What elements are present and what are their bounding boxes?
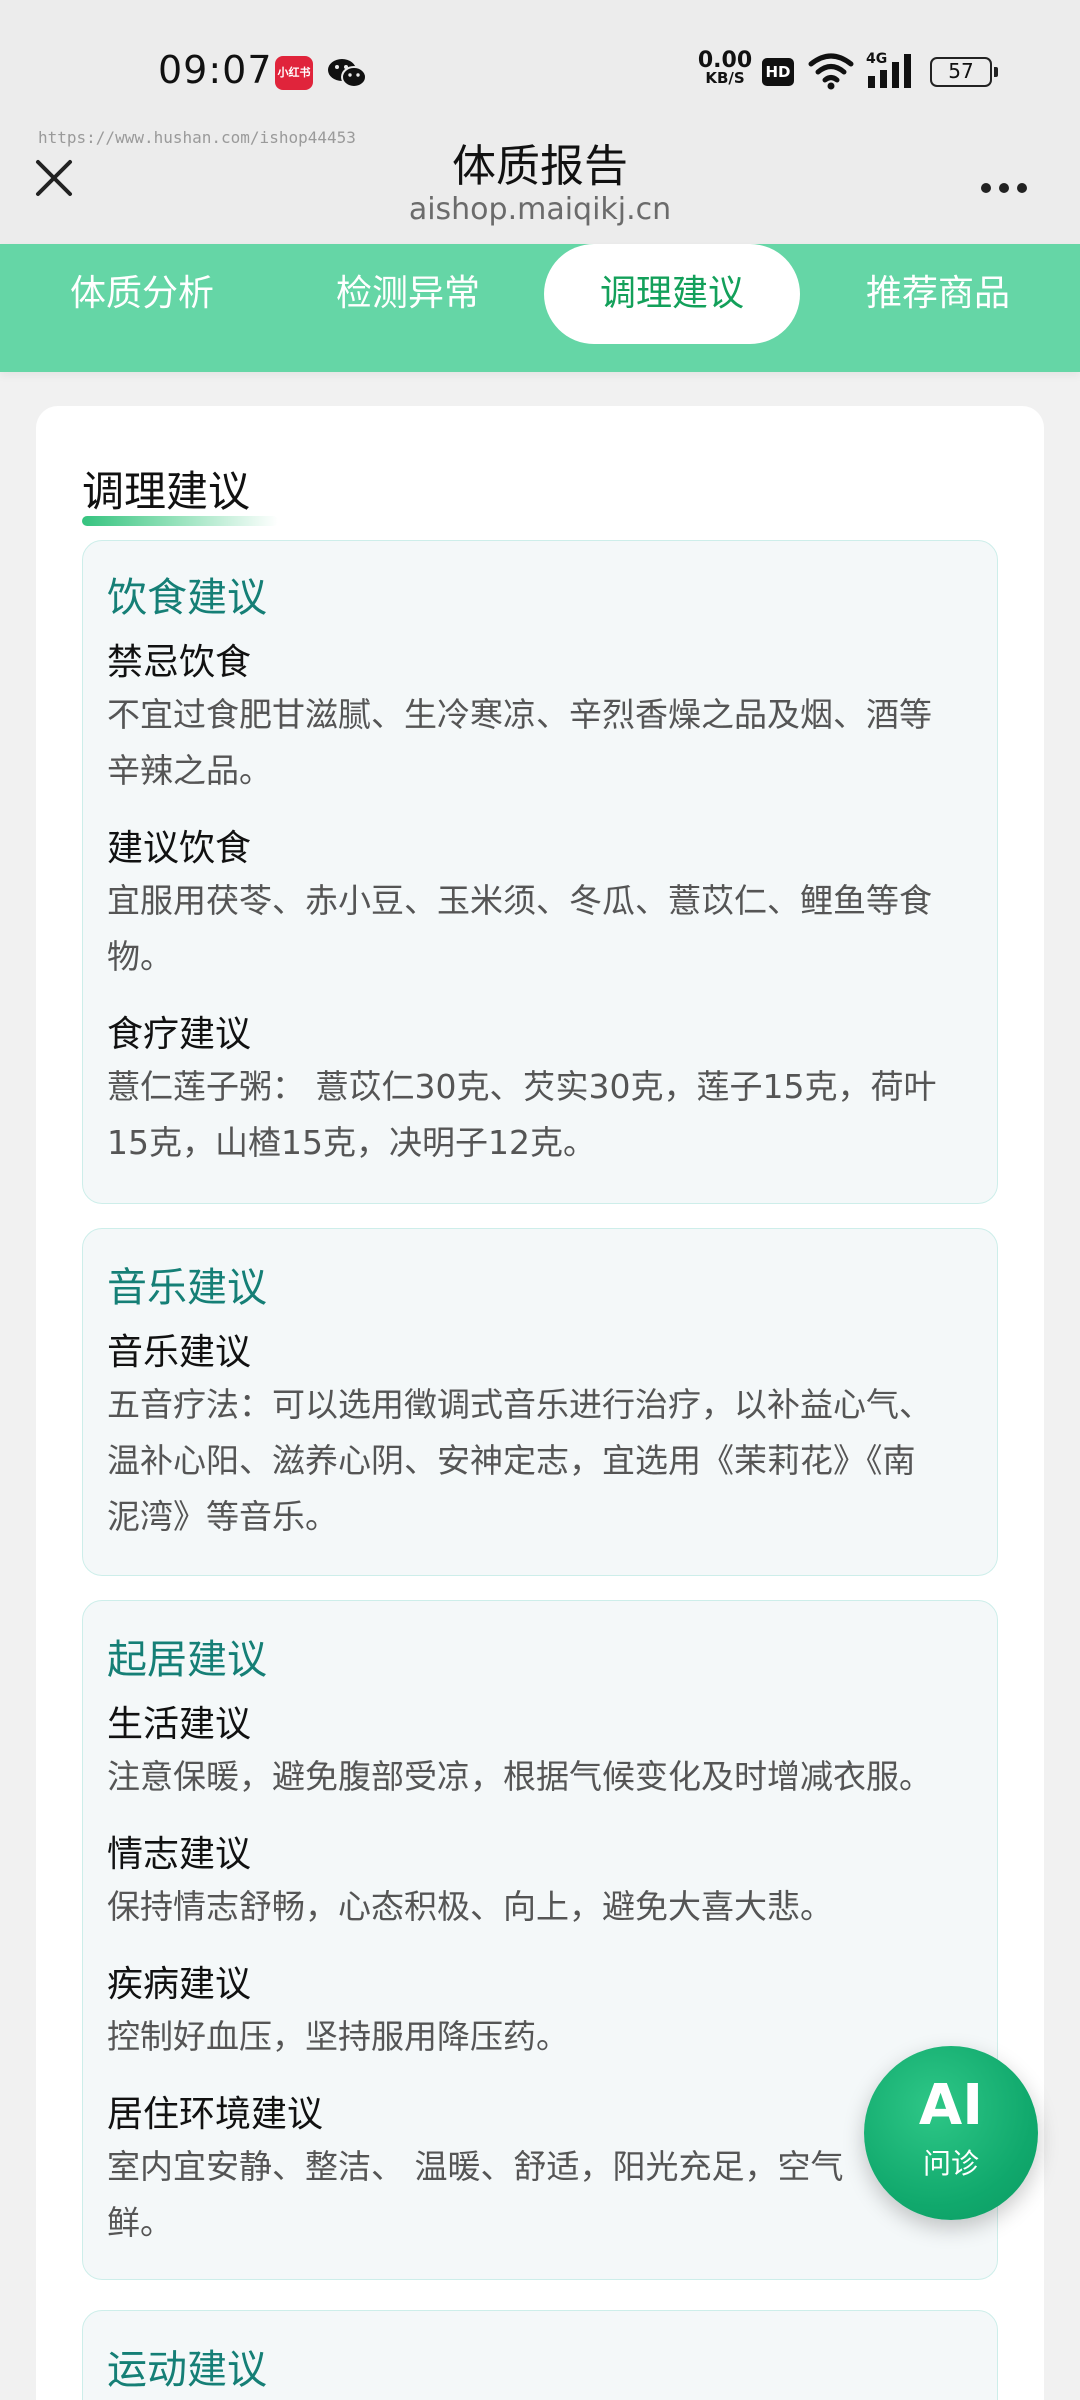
status-time: 09:07	[158, 48, 273, 92]
status-bar: 09:07 小红书 0.00 KB/S HD 4G 57	[0, 0, 1080, 122]
item-text-line: 保持情志舒畅，心态积极、向上，避免大喜大悲。	[107, 1887, 833, 1926]
item-text-line: 鲜。	[107, 2203, 173, 2242]
item-text-line: 温补心阳、滋养心阴、安神定志，宜选用《茉莉花》《南	[107, 1441, 916, 1480]
wechat-icon	[328, 59, 367, 88]
tab-recommended-products[interactable]: 推荐商品	[810, 244, 1066, 344]
item-title: 建议饮食	[107, 828, 252, 869]
item-text-line: 控制好血压，坚持服用降压药。	[107, 2017, 569, 2056]
item-text: 室内宜安静、整洁、 温暖、舒适，阳光充足，空气 鲜。	[107, 2139, 977, 2251]
item-title: 疾病建议	[107, 1964, 252, 2005]
lifestyle-advice-card: 起居建议 生活建议 注意保暖，避免腹部受凉，根据气候变化及时增减衣服。 情志建议…	[82, 1600, 998, 2280]
item-text-line: 注意保暖，避免腹部受凉，根据气候变化及时增减衣服。	[107, 1757, 932, 1796]
wifi-icon	[808, 53, 854, 90]
ai-button-sublabel: 问诊	[922, 2147, 979, 2180]
item-text: 注意保暖，避免腹部受凉，根据气候变化及时增减衣服。	[107, 1749, 977, 1805]
item-text-line: 宜服用茯苓、赤小豆、玉米须、冬瓜、薏苡仁、鲤鱼等食	[107, 881, 932, 920]
cellular-signal-icon: 4G	[866, 51, 911, 88]
item-text-line: 物。	[107, 937, 173, 976]
battery-icon: 57	[930, 57, 998, 87]
item-title: 情志建议	[107, 1834, 252, 1875]
report-tab-bar: 体质分析 检测异常 调理建议 推荐商品	[0, 244, 1080, 372]
tab-conditioning-advice[interactable]: 调理建议	[544, 244, 800, 344]
item-text: 控制好血压，坚持服用降压药。	[107, 2009, 977, 2065]
item-text-line: 泥湾》等音乐。	[107, 1497, 338, 1536]
ai-button-label: AI	[918, 2073, 984, 2138]
item-text-line: 五音疗法：可以选用徵调式音乐进行治疗，以补益心气、	[107, 1385, 932, 1424]
network-speed-unit: KB/S	[705, 69, 745, 87]
item-text: 五音疗法：可以选用徵调式音乐进行治疗，以补益心气、 温补心阳、滋养心阴、安神定志…	[107, 1377, 977, 1545]
xiaohongshu-app-icon: 小红书	[275, 56, 313, 90]
tab-detection-abnormal[interactable]: 检测异常	[280, 244, 536, 344]
item-text-line: 薏仁莲子粥： 薏苡仁30克、芡实30克，莲子15克，荷叶	[107, 1067, 937, 1106]
nav-header: https://www.hushan.com/ishop44453 体质报告 a…	[0, 122, 1080, 244]
exercise-advice-card: 运动建议	[82, 2310, 998, 2400]
hd-icon: HD	[762, 58, 794, 86]
card-title: 运动建议	[107, 2347, 267, 2393]
page-domain: aishop.maiqikj.cn	[408, 192, 672, 227]
item-text: 宜服用茯苓、赤小豆、玉米须、冬瓜、薏苡仁、鲤鱼等食 物。	[107, 873, 977, 985]
item-text-line: 15克，山楂15克，决明子12克。	[107, 1123, 596, 1162]
item-text: 保持情志舒畅，心态积极、向上，避免大喜大悲。	[107, 1879, 977, 1935]
item-text-line: 辛辣之品。	[107, 751, 272, 790]
card-title: 音乐建议	[107, 1265, 267, 1311]
item-text-line: 不宜过食肥甘滋腻、生冷寒凉、辛烈香燥之品及烟、酒等	[107, 695, 932, 734]
diet-advice-card: 饮食建议 禁忌饮食 不宜过食肥甘滋腻、生冷寒凉、辛烈香燥之品及烟、酒等 辛辣之品…	[82, 540, 998, 1204]
card-title: 饮食建议	[107, 575, 267, 621]
page-title: 体质报告	[452, 141, 628, 192]
more-options-icon[interactable]	[976, 168, 1032, 208]
item-title: 禁忌饮食	[107, 642, 252, 683]
section-underline	[82, 516, 278, 526]
item-text-line: 室内宜安静、整洁、 温暖、舒适，阳光充足，空气	[107, 2147, 844, 2186]
tab-constitution-analysis[interactable]: 体质分析	[14, 244, 270, 344]
item-title: 音乐建议	[107, 1332, 252, 1373]
section-heading: 调理建议	[82, 467, 251, 516]
music-advice-card: 音乐建议 音乐建议 五音疗法：可以选用徵调式音乐进行治疗，以补益心气、 温补心阳…	[82, 1228, 998, 1576]
ai-consult-button[interactable]: AI 问诊	[864, 2046, 1038, 2220]
item-text: 薏仁莲子粥： 薏苡仁30克、芡实30克，莲子15克，荷叶 15克，山楂15克，决…	[107, 1059, 977, 1171]
item-title: 居住环境建议	[107, 2094, 324, 2135]
network-type-label: 4G	[866, 51, 887, 67]
network-speed: 0.00 KB/S	[697, 50, 753, 87]
item-title: 生活建议	[107, 1704, 252, 1745]
item-title: 食疗建议	[107, 1014, 252, 1055]
item-text: 不宜过食肥甘滋腻、生冷寒凉、辛烈香燥之品及烟、酒等 辛辣之品。	[107, 687, 977, 799]
card-title: 起居建议	[107, 1637, 267, 1683]
